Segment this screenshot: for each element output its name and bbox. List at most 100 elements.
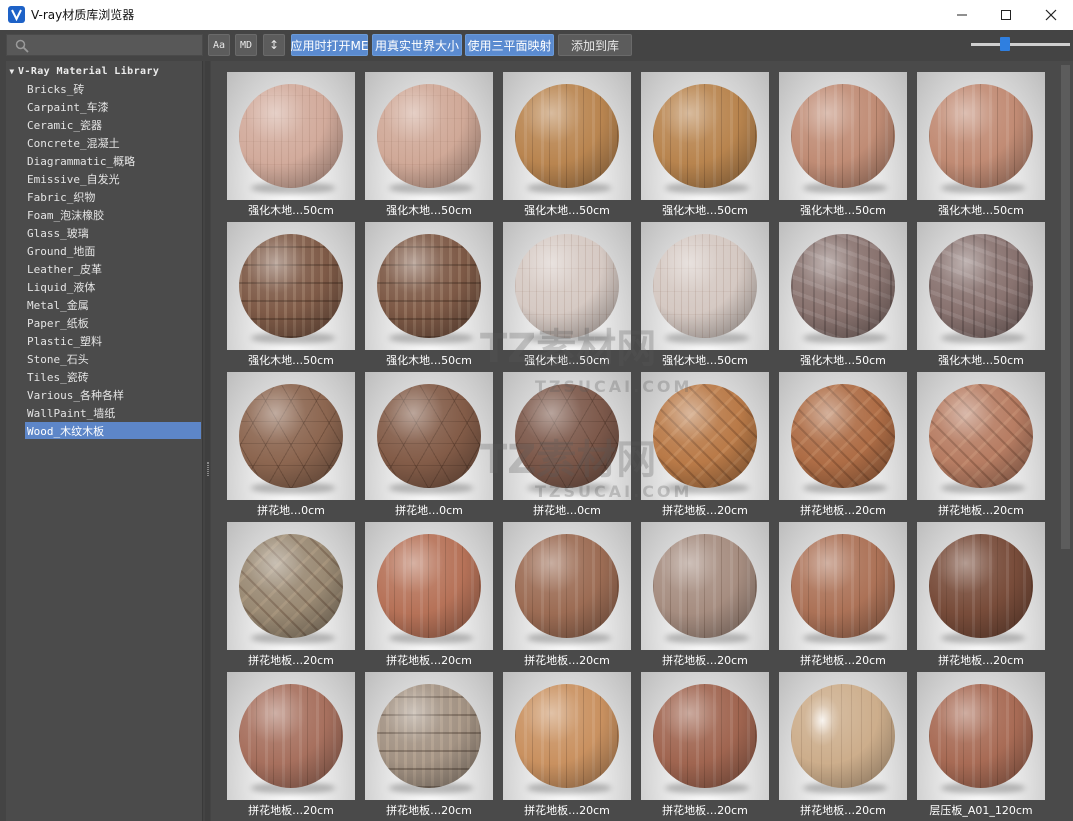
material-tile[interactable]: 拼花地板…20cm: [779, 372, 907, 520]
md-button[interactable]: MD: [235, 34, 257, 56]
material-thumbnail[interactable]: [227, 222, 355, 350]
material-tile[interactable]: 拼花地…0cm: [503, 372, 631, 520]
sidebar-item[interactable]: Various_各种各样: [25, 386, 201, 403]
splitter[interactable]: [205, 61, 210, 821]
sidebar-item[interactable]: Bricks_砖: [25, 80, 201, 97]
material-tile[interactable]: 强化木地…50cm: [227, 222, 355, 370]
triplanar-mapping-button[interactable]: 使用三平面映射: [465, 34, 554, 56]
material-thumbnail[interactable]: [503, 522, 631, 650]
material-thumbnail[interactable]: [227, 72, 355, 200]
scrollbar-thumb[interactable]: [1061, 65, 1070, 549]
splitter-grip-icon[interactable]: [207, 462, 209, 476]
material-tile[interactable]: 拼花地板…20cm: [917, 372, 1045, 520]
material-tile[interactable]: 拼花地板…20cm: [779, 672, 907, 820]
sidebar-item[interactable]: Fabric_织物: [25, 188, 201, 205]
material-tile[interactable]: 拼花地板…20cm: [641, 672, 769, 820]
close-icon[interactable]: [1028, 0, 1073, 30]
material-thumbnail[interactable]: [503, 72, 631, 200]
material-thumbnail[interactable]: [641, 222, 769, 350]
material-tile[interactable]: 强化木地…50cm: [917, 222, 1045, 370]
zoom-slider-track[interactable]: [971, 43, 1070, 46]
material-thumbnail[interactable]: [917, 222, 1045, 350]
material-thumbnail[interactable]: [779, 222, 907, 350]
sidebar-item[interactable]: Stone_石头: [25, 350, 201, 367]
material-tile[interactable]: 拼花地板…20cm: [641, 372, 769, 520]
sidebar-item[interactable]: Ground_地面: [25, 242, 201, 259]
material-tile[interactable]: 强化木地…50cm: [779, 72, 907, 220]
material-tile[interactable]: 拼花地板…20cm: [365, 522, 493, 670]
sidebar-item[interactable]: Leather_皮革: [25, 260, 201, 277]
material-thumbnail[interactable]: [641, 72, 769, 200]
material-thumbnail[interactable]: [917, 72, 1045, 200]
material-tile[interactable]: 拼花地板…20cm: [503, 672, 631, 820]
material-tile[interactable]: 强化木地…50cm: [917, 72, 1045, 220]
material-thumbnail[interactable]: [779, 672, 907, 800]
material-tile[interactable]: 强化木地…50cm: [641, 222, 769, 370]
sidebar-item[interactable]: Plastic_塑料: [25, 332, 201, 349]
sidebar-item[interactable]: Paper_纸板: [25, 314, 201, 331]
material-tile[interactable]: 拼花地板…20cm: [365, 672, 493, 820]
material-tile[interactable]: 拼花地…0cm: [365, 372, 493, 520]
material-thumbnail[interactable]: [503, 672, 631, 800]
tree-root[interactable]: ▼ V-Ray Material Library: [6, 63, 159, 79]
sidebar-item[interactable]: Liquid_液体: [25, 278, 201, 295]
material-tile[interactable]: 强化木地…50cm: [779, 222, 907, 370]
material-thumbnail[interactable]: [365, 672, 493, 800]
material-label: 强化木地…50cm: [524, 204, 610, 217]
material-thumbnail[interactable]: [365, 372, 493, 500]
material-tile[interactable]: 强化木地…50cm: [641, 72, 769, 220]
material-thumbnail[interactable]: [779, 522, 907, 650]
font-case-button[interactable]: Aa: [208, 34, 230, 56]
material-tile[interactable]: 拼花地板…20cm: [641, 522, 769, 670]
sidebar-item[interactable]: Diagrammatic_概略: [25, 152, 201, 169]
maximize-icon[interactable]: [983, 0, 1029, 30]
material-tile[interactable]: 强化木地…50cm: [503, 222, 631, 370]
expand-arrow-icon[interactable]: ▼: [6, 67, 18, 76]
sidebar-item[interactable]: Foam_泡沫橡胶: [25, 206, 201, 223]
material-thumbnail[interactable]: [641, 372, 769, 500]
material-thumbnail[interactable]: [365, 222, 493, 350]
zoom-slider-thumb[interactable]: [1000, 37, 1010, 51]
sidebar-item[interactable]: Carpaint_车漆: [25, 98, 201, 115]
material-thumbnail[interactable]: [917, 672, 1045, 800]
material-tile[interactable]: 强化木地…50cm: [365, 222, 493, 370]
material-tile[interactable]: 拼花地板…20cm: [917, 522, 1045, 670]
open-me-on-apply-button[interactable]: 应用时打开ME: [291, 34, 368, 56]
material-tile[interactable]: 强化木地…50cm: [227, 72, 355, 220]
sidebar-item[interactable]: Emissive_自发光: [25, 170, 201, 187]
material-tile[interactable]: 拼花地板…20cm: [503, 522, 631, 670]
material-thumbnail[interactable]: [503, 372, 631, 500]
sidebar-item[interactable]: WallPaint_墙纸: [25, 404, 201, 421]
material-tile[interactable]: 拼花地板…20cm: [779, 522, 907, 670]
material-tile[interactable]: 层压板_A01_120cm: [917, 672, 1045, 820]
material-thumbnail[interactable]: [365, 72, 493, 200]
material-tile[interactable]: 拼花地…0cm: [227, 372, 355, 520]
sidebar-item[interactable]: Metal_金属: [25, 296, 201, 313]
material-thumbnail[interactable]: [641, 522, 769, 650]
material-thumbnail[interactable]: [503, 222, 631, 350]
sidebar-item[interactable]: Tiles_瓷砖: [25, 368, 201, 385]
material-thumbnail[interactable]: [917, 372, 1045, 500]
material-thumbnail[interactable]: [365, 522, 493, 650]
add-to-library-button[interactable]: 添加到库: [558, 34, 632, 56]
material-thumbnail[interactable]: [227, 372, 355, 500]
material-thumbnail[interactable]: [227, 522, 355, 650]
material-thumbnail[interactable]: [917, 522, 1045, 650]
material-thumbnail[interactable]: [779, 72, 907, 200]
material-label: 拼花地…0cm: [395, 504, 463, 517]
material-thumbnail[interactable]: [227, 672, 355, 800]
sidebar-item[interactable]: Ceramic_瓷器: [25, 116, 201, 133]
material-tile[interactable]: 拼花地板…20cm: [227, 672, 355, 820]
search-input[interactable]: [6, 34, 203, 56]
material-thumbnail[interactable]: [641, 672, 769, 800]
real-world-size-button[interactable]: 用真实世界大小: [372, 34, 462, 56]
material-tile[interactable]: 强化木地…50cm: [503, 72, 631, 220]
material-tile[interactable]: 强化木地…50cm: [365, 72, 493, 220]
material-tile[interactable]: 拼花地板…20cm: [227, 522, 355, 670]
material-thumbnail[interactable]: [779, 372, 907, 500]
sidebar-item[interactable]: Wood_木纹木板: [25, 422, 201, 439]
sort-button[interactable]: ↕: [263, 34, 285, 56]
minimize-icon[interactable]: [939, 0, 985, 30]
sidebar-item[interactable]: Glass_玻璃: [25, 224, 201, 241]
sidebar-item[interactable]: Concrete_混凝土: [25, 134, 201, 151]
